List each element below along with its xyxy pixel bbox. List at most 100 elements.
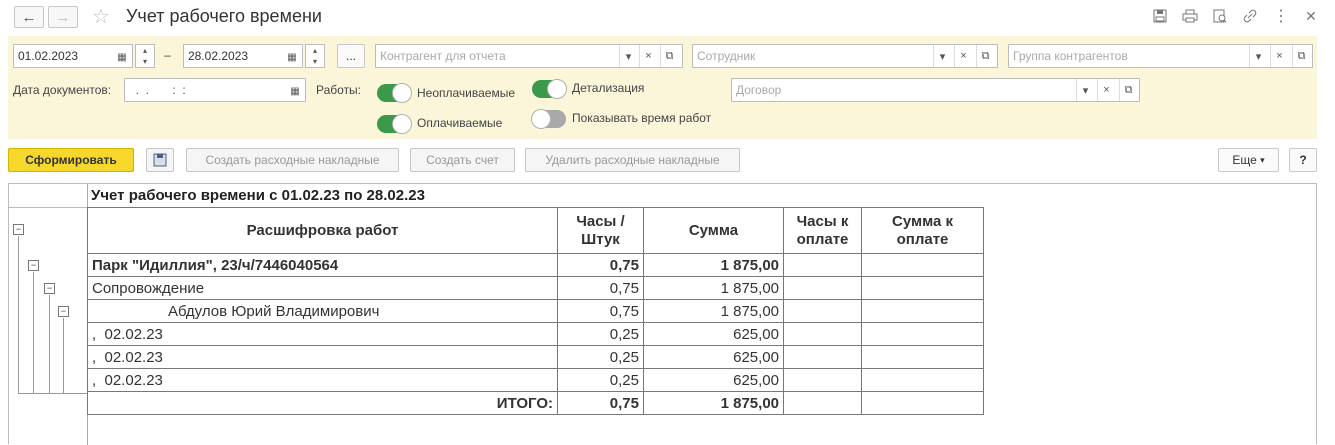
table-row[interactable]: , 02.02.23 0,25 625,00 [87,368,984,392]
collapse-icon[interactable]: − [28,260,39,271]
column-header: Сумма к оплате [861,207,984,254]
more-button[interactable]: Еще ▾ [1218,148,1279,172]
create-invoices-button[interactable]: Создать расходные накладные [186,148,399,172]
row-sum-to-pay [861,322,984,346]
generate-button[interactable]: Сформировать [8,148,134,172]
total-hours: 0,75 [557,391,644,415]
row-hours: 0,75 [557,299,644,323]
row-name: Парк "Идиллия", 23/ч/7446040564 [87,253,558,277]
open-icon[interactable]: ⧉ [976,45,994,67]
page-title: Учет рабочего времени [126,6,322,26]
row-sum-to-pay [861,345,984,369]
clear-icon[interactable]: × [954,45,972,67]
row-hours-to-pay [783,253,862,277]
chevron-down-icon[interactable]: ▾ [1249,45,1267,67]
row-sum: 625,00 [643,322,784,346]
report-heading: Учет рабочего времени с 01.02.23 по 28.0… [91,187,425,204]
table-row[interactable]: Абдулов Юрий Владимирович 0,75 1 875,00 [87,299,984,323]
create-bill-button[interactable]: Создать счет [410,148,515,172]
paid-toggle[interactable] [377,114,412,134]
date-from-stepper[interactable]: ▴ ▾ [135,44,155,68]
chevron-down-icon[interactable]: ▾ [933,45,951,67]
open-icon[interactable]: ⧉ [1292,45,1310,67]
row-hours: 0,25 [557,322,644,346]
detail-label: Детализация [572,81,645,95]
total-label: ИТОГО: [87,391,558,415]
link-icon[interactable] [1241,7,1259,25]
period-select-button[interactable]: ... [337,44,365,68]
row-sum: 625,00 [643,345,784,369]
save-settings-button[interactable] [146,148,174,172]
report-area: Учет рабочего времени с 01.02.23 по 28.0… [8,183,1317,445]
date-from-value: 01.02.2023 [18,49,79,63]
row-hours-to-pay [783,276,862,300]
employee-field[interactable]: Сотрудник [692,44,998,68]
row-sum: 625,00 [643,368,784,392]
show-time-toggle[interactable] [531,109,566,129]
doc-date-label: Дата документов: [13,83,112,97]
column-header: Часы / Штук [557,207,644,254]
clear-icon[interactable]: × [639,45,657,67]
show-time-label: Показывать время работ [572,111,712,125]
row-name: , 02.02.23 [87,322,558,346]
table-row[interactable]: Сопровождение 0,75 1 875,00 [87,276,984,300]
clear-icon[interactable]: × [1270,45,1288,67]
report-table: Расшифровка работ Часы / Штук Сумма Часы… [87,207,984,415]
collapse-icon[interactable]: − [13,224,24,235]
date-from-field[interactable]: 01.02.2023 ▦ [13,44,133,68]
paid-label: Оплачиваемые [417,116,503,130]
table-row[interactable]: , 02.02.23 0,25 625,00 [87,345,984,369]
open-icon[interactable]: ⧉ [660,45,678,67]
counterparty-placeholder: Контрагент для отчета [380,49,506,63]
save-icon[interactable] [1151,7,1169,25]
back-button[interactable]: ← [14,6,44,28]
unpaid-label: Неоплачиваемые [417,86,516,100]
date-to-stepper[interactable]: ▴ ▾ [305,44,325,68]
table-row[interactable]: , 02.02.23 0,25 625,00 [87,322,984,346]
date-to-value: 28.02.2023 [188,49,249,63]
row-hours-to-pay [783,345,862,369]
row-name: , 02.02.23 [87,345,558,369]
row-hours-to-pay [783,299,862,323]
print-icon[interactable] [1181,7,1199,25]
delete-invoices-button[interactable]: Удалить расходные накладные [525,148,740,172]
row-hours: 0,25 [557,368,644,392]
preview-icon[interactable] [1211,7,1229,25]
chevron-down-icon[interactable]: ▾ [619,45,637,67]
row-hours-to-pay [783,368,862,392]
row-sum-to-pay [861,276,984,300]
close-icon[interactable]: ✕ [1302,7,1320,25]
doc-date-field[interactable]: . . : : ▦ [124,78,306,102]
table-row[interactable]: Парк "Идиллия", 23/ч/7446040564 0,75 1 8… [87,253,984,277]
row-sum-to-pay [861,299,984,323]
group-placeholder: Группа контрагентов [1013,49,1128,63]
favorite-star-icon[interactable]: ☆ [92,4,110,29]
help-button[interactable]: ? [1289,148,1317,172]
column-header: Часы к оплате [783,207,862,254]
calendar-icon[interactable]: ▦ [285,79,305,101]
calendar-icon[interactable]: ▦ [282,45,302,67]
more-vert-icon[interactable]: ⋮ [1272,7,1290,25]
unpaid-toggle[interactable] [377,83,412,103]
row-name: Абдулов Юрий Владимирович [87,299,558,323]
row-hours: 0,75 [557,253,644,277]
more-label: Еще [1232,153,1257,167]
employee-placeholder: Сотрудник [697,49,756,63]
calendar-icon[interactable]: ▦ [112,45,132,67]
row-sum-to-pay [861,368,984,392]
open-icon[interactable]: ⧉ [1119,79,1137,101]
forward-button[interactable]: → [48,6,78,28]
collapse-icon[interactable]: − [44,283,55,294]
row-name: Сопровождение [87,276,558,300]
contractor-group-field[interactable]: Группа контрагентов [1008,44,1313,68]
row-name: , 02.02.23 [87,368,558,392]
collapse-icon[interactable]: − [58,306,69,317]
detail-toggle[interactable] [532,79,567,99]
row-hours-to-pay [783,322,862,346]
arrow-right-icon: → [55,8,71,26]
date-to-field[interactable]: 28.02.2023 ▦ [183,44,303,68]
clear-icon[interactable]: × [1097,79,1115,101]
chevron-down-icon[interactable]: ▾ [1076,79,1094,101]
works-label: Работы: [316,83,362,97]
doc-date-value: . . : : [129,83,186,97]
